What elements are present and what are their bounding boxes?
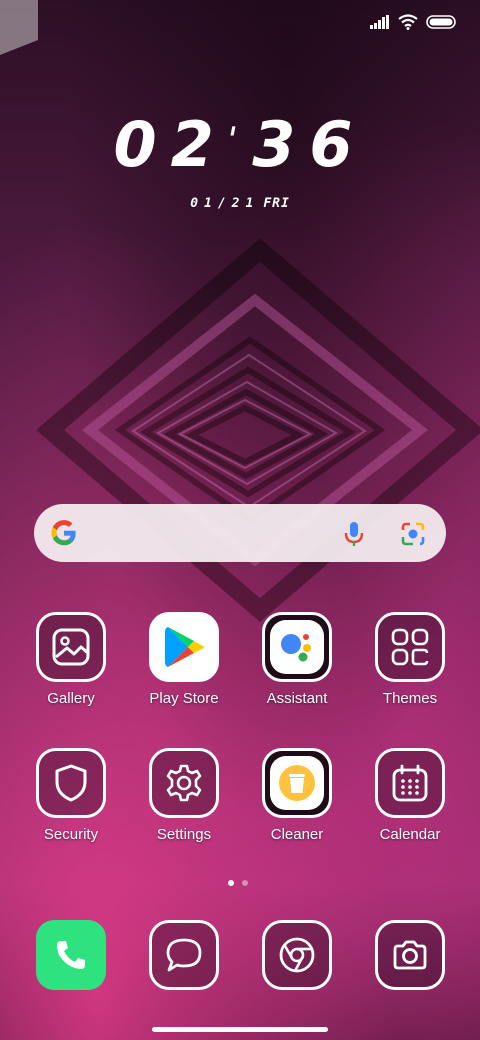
app-label: Settings bbox=[156, 826, 212, 843]
dock-messages[interactable] bbox=[132, 920, 236, 990]
gear-icon bbox=[149, 748, 219, 818]
app-label: Cleaner bbox=[270, 826, 324, 843]
play-store-icon bbox=[149, 612, 219, 682]
app-label: Gallery bbox=[47, 690, 95, 707]
clock-minutes: 36 bbox=[252, 108, 367, 181]
calendar-icon bbox=[375, 748, 445, 818]
messages-icon bbox=[149, 920, 219, 990]
date-weekday: FRI bbox=[263, 196, 290, 211]
phone-icon bbox=[36, 920, 106, 990]
app-settings[interactable]: Settings bbox=[132, 748, 236, 843]
app-label: Security bbox=[43, 826, 99, 843]
mic-icon[interactable] bbox=[342, 520, 366, 548]
gallery-icon bbox=[36, 612, 106, 682]
search-bar[interactable] bbox=[34, 504, 446, 562]
battery-icon bbox=[426, 15, 456, 29]
chrome-icon bbox=[262, 920, 332, 990]
page-dot-1[interactable] bbox=[228, 880, 234, 886]
app-label: Play Store bbox=[149, 690, 219, 707]
dock-camera[interactable] bbox=[358, 920, 462, 990]
dock-chrome[interactable] bbox=[245, 920, 349, 990]
lens-icon[interactable] bbox=[400, 521, 426, 547]
themes-icon bbox=[375, 612, 445, 682]
app-security[interactable]: Security bbox=[19, 748, 123, 843]
page-dot-2[interactable] bbox=[242, 880, 248, 886]
clock-separator: ˈ bbox=[227, 121, 253, 161]
camera-icon bbox=[375, 920, 445, 990]
assistant-icon bbox=[262, 612, 332, 682]
dock-phone[interactable] bbox=[19, 920, 123, 990]
date-text: 01/21 bbox=[190, 196, 260, 211]
trash-icon bbox=[262, 748, 332, 818]
app-label: Assistant bbox=[266, 690, 328, 707]
app-label: Calendar bbox=[379, 826, 441, 843]
shield-icon bbox=[36, 748, 106, 818]
app-play-store[interactable]: Play Store bbox=[132, 612, 236, 707]
home-indicator[interactable] bbox=[152, 1027, 328, 1032]
date[interactable]: 01/21 FRI bbox=[0, 196, 480, 211]
status-bar bbox=[370, 14, 456, 30]
google-g-icon bbox=[51, 520, 76, 546]
wifi-icon bbox=[398, 14, 418, 30]
app-cleaner[interactable]: Cleaner bbox=[245, 748, 349, 843]
clock-hours: 02 bbox=[113, 108, 228, 181]
clock[interactable]: 02ˈ36 bbox=[0, 108, 480, 181]
app-label: Themes bbox=[382, 690, 438, 707]
signal-icon bbox=[370, 15, 389, 29]
app-calendar[interactable]: Calendar bbox=[358, 748, 462, 843]
app-gallery[interactable]: Gallery bbox=[19, 612, 123, 707]
page-indicator[interactable] bbox=[228, 880, 248, 886]
app-themes[interactable]: Themes bbox=[358, 612, 462, 707]
app-assistant[interactable]: Assistant bbox=[245, 612, 349, 707]
